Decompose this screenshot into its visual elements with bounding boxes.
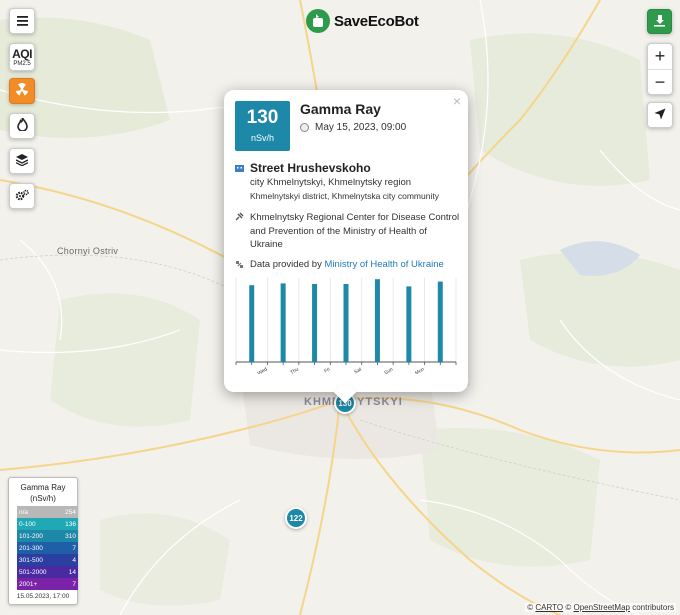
locate-button[interactable] — [647, 102, 673, 128]
legend-range: 2001+ — [19, 580, 38, 588]
satellite-icon — [235, 260, 244, 271]
chart-bar[interactable] — [249, 285, 255, 362]
plug-icon — [235, 212, 244, 223]
station-popup: × 130 nSv/h Gamma Ray May 15, 2023, 09:0… — [224, 90, 468, 404]
aqi-sub-label: PM2.5 — [13, 60, 31, 67]
location-arrow-icon — [654, 108, 666, 123]
legend-count: 7 — [72, 580, 76, 588]
chart-bar[interactable] — [280, 283, 286, 362]
legend-range: 0-100 — [19, 520, 36, 528]
contributors-text: contributors — [632, 603, 674, 612]
map-legend: Gamma Ray (nSv/h) n/a 254 0-100 136 101-200 3… — [8, 477, 78, 605]
legend-count: 136 — [65, 520, 76, 528]
map-attribution: © CARTO © OpenStreetMap contributors — [525, 603, 676, 612]
building-icon — [235, 163, 244, 174]
chart-tick-label: Thu — [289, 366, 300, 374]
brand-name: SaveEcoBot — [334, 12, 419, 30]
chart-tick-label: Sun — [383, 366, 394, 374]
station-marker[interactable]: 122 — [285, 507, 307, 529]
legend-row[interactable]: 201-300 7 — [17, 542, 78, 554]
brand-logo[interactable]: SaveEcoBot — [306, 8, 419, 34]
legend-row[interactable]: 301-500 4 — [17, 554, 78, 566]
saveecobot-logo-icon — [306, 9, 330, 33]
legend-count: 310 — [65, 532, 76, 540]
legend-range: 501-2000 — [19, 568, 47, 576]
share-button[interactable] — [647, 9, 672, 34]
chart-tick-label: Fri — [323, 367, 331, 374]
legend-row[interactable]: 0-100 136 — [17, 518, 78, 530]
zoom-out-button[interactable]: − — [648, 69, 672, 94]
close-icon[interactable]: × — [453, 93, 461, 109]
chart-bar[interactable] — [312, 284, 318, 362]
data-provider: Data provided by Ministry of Health of U… — [250, 259, 444, 270]
legend-count: 7 — [72, 544, 76, 552]
legend-range: 301-500 — [19, 556, 43, 564]
chart-bar[interactable] — [437, 281, 443, 362]
legend-date: 15.05.2023, 17:00 — [16, 593, 70, 600]
legend-title: Gamma Ray (nSv/h) — [9, 482, 77, 504]
settings-button[interactable] — [9, 183, 35, 209]
legend-range: 101-200 — [19, 532, 43, 540]
popup-date-row: May 15, 2023, 09:00 — [300, 122, 406, 133]
menu-icon — [16, 14, 28, 29]
reading-unit: nSv/h — [250, 133, 274, 143]
reading-badge: 130 nSv/h — [235, 101, 290, 151]
provider-prefix: Data provided by — [250, 259, 322, 270]
legend-row[interactable]: 101-200 310 — [17, 530, 78, 542]
popup-date: May 15, 2023, 09:00 — [315, 122, 407, 133]
gears-icon — [15, 189, 29, 204]
reading-value: 130 — [246, 107, 279, 128]
legend-count: 254 — [65, 508, 76, 516]
legend-rows: n/a 254 0-100 136 101-200 310 201-300 7 301-500 4… — [17, 506, 78, 590]
history-chart: Wed Thu Fri Sat Sun Mon — [235, 278, 457, 374]
legend-row[interactable]: n/a 254 — [17, 506, 78, 518]
radiation-icon — [15, 82, 29, 100]
aqi-label: AQI — [12, 46, 32, 61]
zoom-in-button[interactable]: + — [648, 44, 672, 69]
clock-icon — [300, 123, 309, 132]
place-label-chornyi-ostriv: Chornyi Ostriv — [57, 246, 119, 256]
aqi-layer-button[interactable]: AQI PM2.5 — [9, 43, 35, 71]
legend-count: 4 — [72, 556, 76, 564]
legend-unit: (nSv/h) — [30, 494, 56, 503]
copyright-symbol: © — [565, 603, 572, 612]
fire-icon — [16, 115, 28, 134]
legend-count: 14 — [68, 568, 76, 576]
osm-link[interactable]: OpenStreetMap — [573, 603, 629, 612]
station-street: Street Hrushevskoho — [250, 161, 371, 175]
chart-bar[interactable] — [343, 284, 349, 362]
copyright-symbol: © — [527, 603, 534, 612]
chart-bar[interactable] — [374, 279, 380, 362]
chart-tick-label: Wed — [257, 366, 269, 374]
chart-bar[interactable] — [406, 286, 412, 362]
chart-tick-label: Mon — [414, 366, 426, 374]
chart-tick-label: Sat — [353, 366, 363, 374]
station-district: Khmelnytskyi district, Khmelnytska city … — [250, 191, 439, 201]
layers-icon — [15, 153, 29, 169]
provider-link[interactable]: Ministry of Health of Ukraine — [324, 259, 443, 270]
layers-button[interactable] — [9, 148, 35, 174]
menu-button[interactable] — [9, 8, 35, 34]
legend-row[interactable]: 501-2000 14 — [17, 566, 78, 578]
zoom-control: + − — [647, 43, 673, 95]
fire-layer-button[interactable] — [9, 113, 35, 139]
popup-title: Gamma Ray — [300, 101, 381, 117]
legend-range: n/a — [19, 508, 29, 516]
station-city: city Khmelnytskyi, Khmelnytsky region — [250, 177, 412, 188]
station-organization: Khmelnytsky Regional Center for Disease … — [250, 212, 460, 250]
legend-range: 201-300 — [19, 544, 43, 552]
legend-title-text: Gamma Ray — [20, 483, 66, 492]
share-icon — [653, 14, 666, 30]
radiation-layer-button[interactable] — [9, 78, 35, 104]
legend-row[interactable]: 2001+ 7 — [17, 578, 78, 590]
carto-link[interactable]: CARTO — [535, 603, 563, 612]
